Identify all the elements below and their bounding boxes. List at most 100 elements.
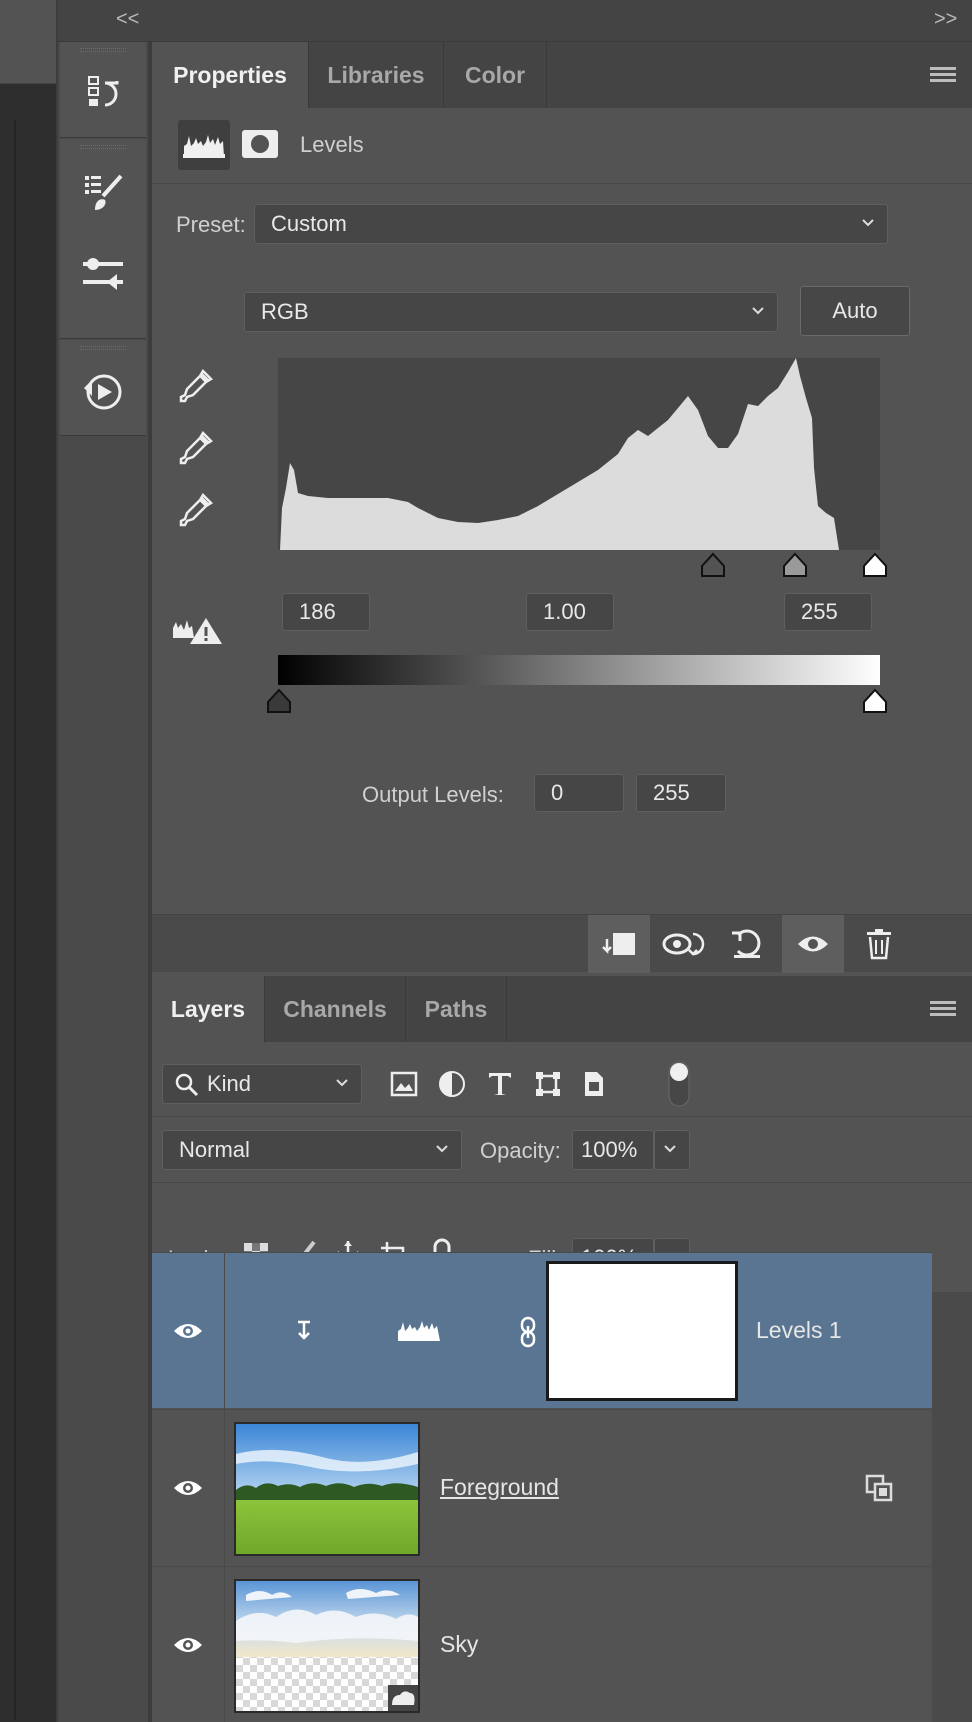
filter-kind-dropdown[interactable]: Kind — [162, 1064, 362, 1104]
adjustment-title: Levels — [300, 132, 364, 157]
properties-tab-bar: Properties Libraries Color — [152, 42, 972, 108]
tab-libraries[interactable]: Libraries — [309, 42, 443, 108]
blend-mode-dropdown[interactable]: Normal — [162, 1130, 462, 1170]
channel-dropdown[interactable]: RGB — [244, 292, 778, 332]
properties-footer-toolbar — [152, 914, 972, 973]
opacity-field[interactable]: 100% — [572, 1130, 654, 1170]
selection-corner — [549, 1264, 606, 1267]
layer-name[interactable]: Levels 1 — [756, 1317, 842, 1344]
filter-smart-objects-icon[interactable] — [576, 1066, 612, 1102]
filter-kind-value: Kind — [207, 1071, 252, 1096]
output-white-slider-handle[interactable] — [862, 688, 888, 714]
chevron-down-icon — [436, 1145, 448, 1153]
document-tab-strip — [0, 0, 56, 84]
layer-thumbnail[interactable] — [234, 1579, 420, 1713]
eye-icon[interactable] — [152, 1567, 224, 1722]
reset-adjustment-icon[interactable] — [716, 915, 778, 973]
adjustments-sliders-icon[interactable] — [78, 249, 128, 299]
channel-value: RGB — [261, 299, 309, 324]
input-black-field[interactable]: 186 — [282, 593, 370, 631]
filter-adjustment-layers-icon[interactable] — [434, 1066, 470, 1102]
collapse-right-button[interactable]: >> — [934, 8, 957, 31]
filter-pixel-layers-icon[interactable] — [386, 1066, 422, 1102]
preset-dropdown[interactable]: Custom — [254, 204, 888, 244]
layers-scrollbar[interactable] — [932, 1292, 972, 1722]
tab-layers[interactable]: Layers — [152, 976, 264, 1042]
input-white-slider-handle[interactable] — [862, 552, 888, 578]
filter-type-layers-icon[interactable] — [482, 1066, 518, 1102]
black-point-eyedropper-icon[interactable] — [176, 366, 216, 406]
properties-menu-icon[interactable] — [930, 67, 956, 85]
input-gamma-slider-handle[interactable] — [782, 552, 808, 578]
view-previous-state-icon[interactable] — [652, 915, 714, 973]
output-black-field[interactable]: 0 — [534, 774, 624, 812]
levels-histogram-icon — [394, 1315, 444, 1347]
layers-menu-icon[interactable] — [930, 1001, 956, 1019]
chevron-down-icon — [664, 1145, 676, 1153]
layer-mask-thumbnail[interactable] — [546, 1261, 738, 1401]
row-divider — [152, 1182, 972, 1183]
input-black-slider-handle[interactable] — [700, 552, 726, 578]
actions-play-icon[interactable] — [78, 366, 128, 416]
link-icon[interactable] — [516, 1315, 540, 1349]
preset-label: Preset: — [176, 212, 246, 237]
layer-mask-icon[interactable] — [240, 126, 280, 162]
layer-row[interactable]: Levels 1 — [152, 1252, 932, 1409]
tab-channels[interactable]: Channels — [265, 976, 405, 1042]
layer-row[interactable]: Sky — [152, 1566, 932, 1722]
smart-object-icon — [862, 1472, 896, 1504]
document-canvas-edge — [0, 0, 56, 1722]
tab-divider — [546, 42, 547, 108]
search-icon — [175, 1073, 199, 1097]
grip-handle[interactable] — [80, 346, 126, 350]
grip-handle[interactable] — [80, 48, 126, 52]
levels-histogram-icon[interactable] — [178, 120, 230, 170]
levels-histogram — [278, 358, 880, 550]
tab-color[interactable]: Color — [444, 42, 546, 108]
brush-group — [60, 139, 146, 339]
auto-button[interactable]: Auto — [800, 286, 910, 336]
toggle-layer-visibility-icon[interactable] — [782, 915, 844, 973]
preset-value: Custom — [271, 211, 347, 236]
clipping-warning-icon[interactable] — [170, 610, 226, 650]
layer-thumbnail[interactable] — [234, 1422, 420, 1556]
tab-properties[interactable]: Properties — [152, 42, 308, 108]
actions-group — [60, 340, 146, 436]
row-divider — [152, 1116, 972, 1117]
opacity-label: Opacity: — [480, 1138, 561, 1163]
layer-row[interactable]: Foreground — [152, 1409, 932, 1566]
grip-handle[interactable] — [80, 145, 126, 149]
history-icon[interactable] — [78, 68, 128, 118]
adjustment-header: Levels — [152, 108, 972, 184]
input-white-field[interactable]: 255 — [784, 593, 872, 631]
collapse-left-button[interactable]: << — [116, 8, 139, 31]
clip-to-layer-icon[interactable] — [588, 915, 650, 973]
tab-paths[interactable]: Paths — [406, 976, 506, 1042]
column-divider — [224, 1253, 225, 1409]
history-group — [60, 42, 146, 138]
clipping-arrow-icon — [292, 1317, 318, 1345]
brush-settings-icon[interactable] — [78, 167, 128, 217]
output-levels-label: Output Levels: — [362, 782, 504, 807]
chevron-down-icon — [336, 1079, 348, 1087]
layers-tab-bar: Layers Channels Paths — [152, 976, 972, 1042]
eye-icon[interactable] — [152, 1410, 224, 1565]
tab-divider — [506, 976, 507, 1042]
filter-toggle-switch[interactable] — [666, 1060, 692, 1108]
output-white-field[interactable]: 255 — [636, 774, 726, 812]
blend-mode-value: Normal — [179, 1137, 250, 1162]
delete-adjustment-icon[interactable] — [848, 915, 910, 973]
input-gamma-field[interactable]: 1.00 — [526, 593, 614, 631]
panel-icon-column — [58, 42, 148, 1722]
column-divider — [224, 1410, 225, 1566]
chevron-down-icon — [862, 219, 874, 227]
column-divider — [224, 1567, 225, 1722]
gray-point-eyedropper-icon[interactable] — [176, 428, 216, 468]
eye-icon[interactable] — [152, 1253, 224, 1408]
filter-shape-layers-icon[interactable] — [530, 1066, 566, 1102]
opacity-dropdown-button[interactable] — [654, 1130, 690, 1170]
layer-name[interactable]: Sky — [440, 1631, 478, 1658]
output-black-slider-handle[interactable] — [266, 688, 292, 714]
white-point-eyedropper-icon[interactable] — [176, 490, 216, 530]
layer-name[interactable]: Foreground — [440, 1474, 559, 1501]
